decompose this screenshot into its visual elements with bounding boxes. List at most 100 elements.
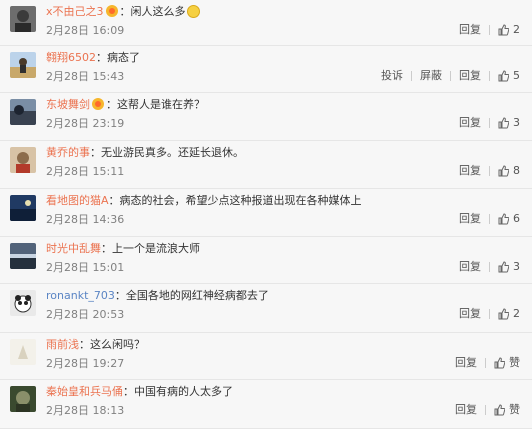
avatar[interactable] [10, 147, 36, 173]
like-count: 3 [513, 260, 520, 273]
divider [489, 166, 490, 176]
comment-date: 2月28日 16:09 [46, 24, 125, 37]
comment-text: 上一个是流浪大师 [112, 242, 200, 255]
reply-button[interactable]: 回复 [459, 115, 481, 131]
divider [489, 309, 490, 319]
like-count: 8 [513, 164, 520, 177]
username-link[interactable]: 雨前浅 [46, 338, 79, 351]
avatar[interactable] [10, 52, 36, 78]
comment-row: 看地图的猫A：病态的社会，希望少点这种报道出现在各种媒体上 2月28日 14:36… [0, 189, 532, 237]
report-button[interactable]: 投诉 [381, 68, 403, 84]
colon: ： [106, 98, 117, 111]
comment-line: x不由己之3 ：闲人这么多 [46, 4, 200, 20]
username-link[interactable]: 看地图的猫A [46, 194, 109, 207]
username-link[interactable]: ronankt_703 [46, 289, 115, 302]
like-button[interactable]: 8 [498, 163, 520, 179]
like-count: 2 [513, 23, 520, 36]
comment-date: 2月28日 14:36 [46, 213, 125, 226]
comment-date: 2月28日 20:53 [46, 308, 125, 321]
reply-button[interactable]: 回复 [459, 211, 481, 227]
comment-line: 秦始皇和兵马俑：中国有病的人太多了 [46, 384, 233, 400]
reply-button[interactable]: 回复 [455, 355, 477, 371]
username-link[interactable]: 东坡舞剑 [46, 98, 90, 111]
reply-button[interactable]: 回复 [459, 68, 481, 84]
comment-row: ronankt_703：全国各地的网红神经病都去了 2月28日 20:53 回复 2 [0, 284, 532, 333]
divider [485, 358, 486, 368]
username-link[interactable]: 时光中乱舞 [46, 242, 101, 255]
comment-date: 2月28日 19:27 [46, 357, 125, 370]
colon: ： [108, 194, 120, 207]
avatar[interactable] [10, 195, 36, 221]
like-button[interactable]: 2 [498, 306, 520, 322]
divider [489, 118, 490, 128]
comment-row: 黄乔的事：无业游民真多。还延长退休。 2月28日 15:11 回复 8 [0, 141, 532, 189]
comment-row: 雨前浅：这么闲吗？ 2月28日 19:27 回复 赞 [0, 333, 532, 380]
comment-date: 2月28日 15:11 [46, 165, 125, 178]
colon: ： [96, 51, 107, 64]
like-count: 6 [513, 212, 520, 225]
username-link[interactable]: 黄乔的事 [46, 146, 90, 159]
comment-text: 这么闲吗？ [90, 338, 145, 351]
avatar[interactable] [10, 243, 36, 269]
comment-actions: 投诉 屏蔽 回复 5 [381, 68, 520, 84]
avatar[interactable] [10, 386, 36, 412]
reply-button[interactable]: 回复 [455, 402, 477, 418]
colon: ： [79, 338, 90, 351]
comment-text: 中国有病的人太多了 [134, 385, 233, 398]
comment-text: 病态了 [107, 51, 140, 64]
comment-row: 翱翔6502：病态了 2月28日 15:43 投诉 屏蔽 回复 5 [0, 46, 532, 93]
like-count: 2 [513, 307, 520, 320]
reply-button[interactable]: 回复 [459, 22, 481, 38]
comment-text: 这帮人是谁在养？ [117, 98, 205, 111]
reply-button[interactable]: 回复 [459, 306, 481, 322]
comment-actions: 回复 6 [459, 211, 520, 227]
colon: ： [119, 5, 131, 18]
like-button[interactable]: 3 [498, 115, 520, 131]
thumbs-up-icon [498, 165, 509, 177]
block-button[interactable]: 屏蔽 [420, 68, 442, 84]
like-button[interactable]: 5 [498, 68, 520, 84]
comment-text: 无业游民真多。还延长退休。 [101, 146, 244, 159]
emoji-icon [186, 5, 200, 18]
vip-badge-icon [105, 5, 118, 17]
comment-date: 2月28日 18:13 [46, 404, 125, 417]
like-button[interactable]: 6 [498, 211, 520, 227]
comment-row: x不由己之3 ：闲人这么多 2月28日 16:09 回复 2 [0, 0, 532, 46]
comment-text: 全国各地的网红神经病都去了 [125, 289, 269, 302]
comment-actions: 回复 赞 [455, 402, 520, 418]
colon: ： [101, 242, 112, 255]
comment-actions: 回复 2 [459, 306, 520, 322]
avatar[interactable] [10, 339, 36, 365]
divider [411, 71, 412, 81]
avatar[interactable] [10, 290, 36, 316]
like-button[interactable]: 3 [498, 259, 520, 275]
reply-button[interactable]: 回复 [459, 259, 481, 275]
vip-badge-icon [92, 98, 104, 110]
like-count: 赞 [509, 356, 520, 369]
comment-actions: 回复 2 [459, 22, 520, 38]
reply-button[interactable]: 回复 [459, 163, 481, 179]
colon: ： [123, 385, 134, 398]
comment-date: 2月28日 15:01 [46, 261, 125, 274]
username-link[interactable]: x不由己之3 [46, 5, 104, 18]
thumbs-up-icon [498, 308, 509, 320]
avatar[interactable] [10, 6, 36, 32]
comment-row: 东坡舞剑 ：这帮人是谁在养？ 2月28日 23:19 回复 3 [0, 93, 532, 141]
comment-line: 黄乔的事：无业游民真多。还延长退休。 [46, 145, 244, 161]
thumbs-up-icon [498, 213, 509, 225]
comment-line: ronankt_703：全国各地的网红神经病都去了 [46, 288, 269, 304]
thumbs-up-icon [494, 404, 505, 416]
divider [489, 214, 490, 224]
comment-actions: 回复 3 [459, 115, 520, 131]
avatar[interactable] [10, 99, 36, 125]
colon: ： [90, 146, 101, 159]
like-button[interactable]: 赞 [494, 355, 520, 371]
comment-line: 时光中乱舞：上一个是流浪大师 [46, 241, 200, 257]
like-button[interactable]: 2 [498, 22, 520, 38]
username-link[interactable]: 翱翔6502 [46, 51, 96, 64]
comment-list: x不由己之3 ：闲人这么多 2月28日 16:09 回复 2 翱翔6502：病态了 2月28… [0, 0, 532, 429]
comment-text: 闲人这么多 [130, 5, 186, 18]
like-button[interactable]: 赞 [494, 402, 520, 418]
comment-actions: 回复 8 [459, 163, 520, 179]
username-link[interactable]: 秦始皇和兵马俑 [46, 385, 123, 398]
